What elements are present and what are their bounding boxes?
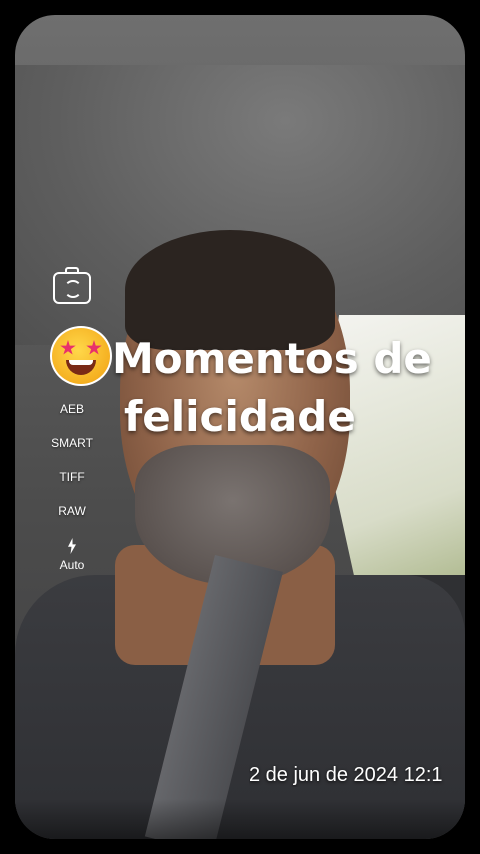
raw-toggle[interactable]: RAW xyxy=(58,504,86,518)
camera-switch-icon[interactable] xyxy=(53,267,91,304)
flash-button[interactable]: Auto xyxy=(59,538,85,572)
star-struck-emoji-icon xyxy=(50,326,112,386)
smart-toggle[interactable]: SMART xyxy=(51,436,93,450)
date-timestamp: 2 de jun de 2024 12:1 xyxy=(249,764,443,786)
flash-mode-label: Auto xyxy=(59,558,85,572)
caption-text: Momentos de felicidade xyxy=(112,330,452,446)
caption-line-2: felicidade xyxy=(124,392,356,441)
tiff-toggle[interactable]: TIFF xyxy=(59,470,84,484)
flash-bolt-icon xyxy=(68,538,76,554)
aeb-toggle[interactable]: AEB xyxy=(60,402,84,416)
bottom-shadow xyxy=(15,799,465,839)
caption-line-1: Momentos de xyxy=(112,334,432,383)
camera-controls: AEB SMART TIFF RAW Auto xyxy=(40,267,93,572)
